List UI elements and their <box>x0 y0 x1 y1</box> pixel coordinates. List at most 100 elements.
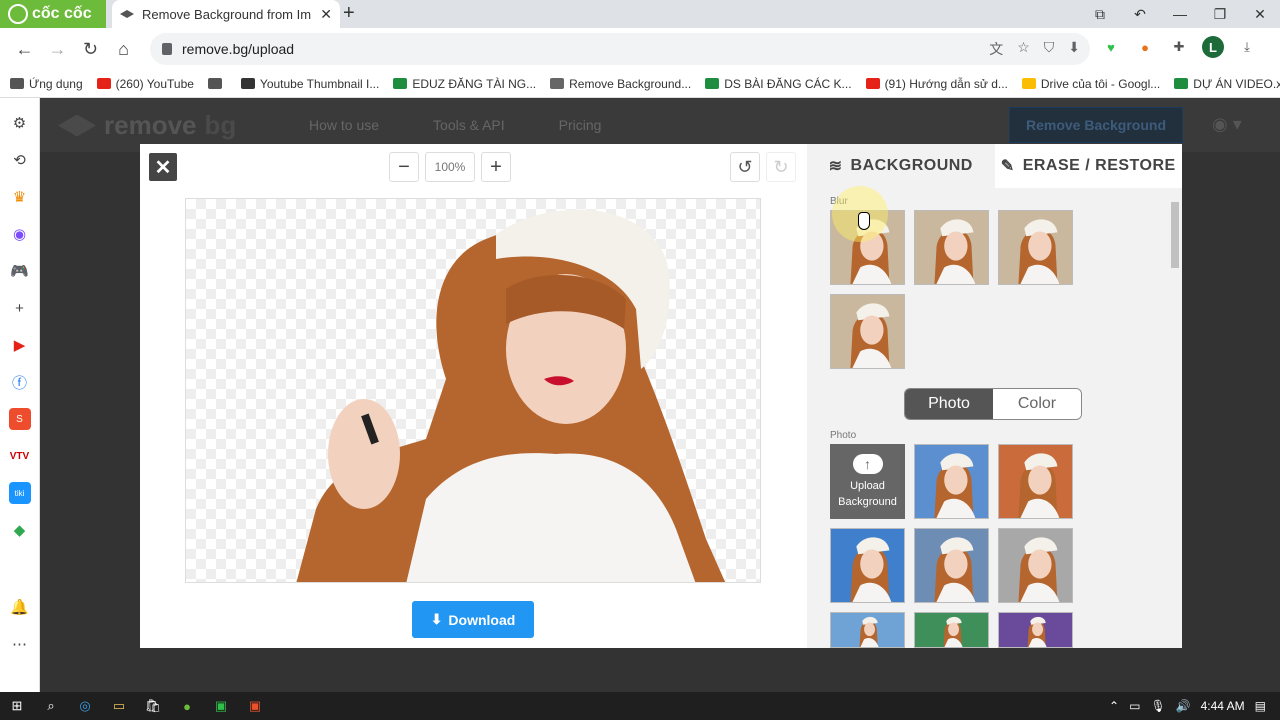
downloads-icon[interactable]: ⤓ <box>1236 36 1258 58</box>
tab-erase-restore[interactable]: ✎ ERASE / RESTORE <box>994 144 1182 188</box>
windows-start-icon[interactable]: ⊞ <box>0 692 34 720</box>
bookmark-item[interactable]: (260) YouTube <box>96 77 194 91</box>
file-explorer-icon[interactable]: ▭ <box>102 692 136 720</box>
profile-avatar[interactable]: L <box>1202 36 1224 58</box>
upload-label-line2: Background <box>838 495 897 508</box>
photo-thumb-palm[interactable] <box>914 612 989 648</box>
coupon-icon[interactable]: ● <box>1134 36 1156 58</box>
translate-icon[interactable]: 文 <box>989 39 1003 59</box>
bookmark-item[interactable]: Remove Background... <box>550 77 691 91</box>
new-tab-button[interactable]: + <box>343 3 355 23</box>
download-page-icon[interactable]: ⬇ <box>1068 39 1080 59</box>
browser-brand-button[interactable]: cốc cốc <box>0 0 106 28</box>
tiki-icon[interactable]: tiki <box>8 482 31 504</box>
bookmark-item[interactable]: (91) Hướng dẫn sử d... <box>865 77 1008 91</box>
camtasia-green-icon[interactable]: ▣ <box>204 692 238 720</box>
nav-tools-api[interactable]: Tools & API <box>433 117 505 133</box>
notification-bell-icon[interactable]: 🔔 <box>9 596 31 618</box>
settings-gear-icon[interactable]: ⚙ <box>9 112 31 134</box>
undo-icon[interactable]: ↺ <box>730 152 760 182</box>
reload-icon[interactable]: ↻ <box>74 39 107 60</box>
battery-icon[interactable]: ▭ <box>1129 699 1140 713</box>
thumb-portrait-icon <box>850 537 892 602</box>
photo-thumb-graffiti[interactable] <box>998 444 1073 519</box>
notifications-icon[interactable]: ▤ <box>1255 699 1266 713</box>
bookmark-item[interactable]: EDUZ ĐĂNG TÀI NG... <box>393 77 536 91</box>
coccoc-taskbar-icon[interactable]: ● <box>170 692 204 720</box>
bookmark-item[interactable]: Drive của tôi - Googl... <box>1021 76 1161 91</box>
edge-icon[interactable]: ◎ <box>68 692 102 720</box>
scrollbar-thumb[interactable] <box>1171 202 1179 268</box>
crown-icon[interactable]: ♛ <box>9 186 31 208</box>
blur-thumb-4[interactable] <box>830 294 905 369</box>
minimize-button[interactable]: — <box>1160 6 1200 22</box>
history-icon[interactable]: ⟲ <box>9 149 31 171</box>
shield-icon[interactable]: ⛉ <box>1044 39 1055 59</box>
blur-thumb-3[interactable] <box>998 210 1073 285</box>
layers-logo-icon <box>58 114 96 137</box>
photo-thumb-colorful[interactable] <box>998 612 1073 648</box>
photo-thumb-beach[interactable] <box>830 612 905 648</box>
clock-time[interactable]: 4:44 AM <box>1201 699 1245 713</box>
tab-background[interactable]: ≋ BACKGROUND <box>807 144 995 188</box>
more-options-icon[interactable]: ⋯ <box>9 633 31 655</box>
zoom-out-button[interactable]: − <box>389 152 419 182</box>
logo-text: remove <box>104 110 197 140</box>
zoom-in-button[interactable]: + <box>481 152 511 182</box>
site-logo[interactable]: remove bg <box>58 110 236 141</box>
toggle-color[interactable]: Color <box>993 389 1081 419</box>
browser-tab-active[interactable]: Remove Background from Im ✕ <box>112 0 340 28</box>
photo-thumb-mountain[interactable] <box>914 528 989 603</box>
url-field[interactable]: remove.bg/upload 文 ☆ ⛉ ⬇ <box>150 33 1090 65</box>
vtv-icon[interactable]: VTV <box>9 445 31 467</box>
bookmark-item[interactable] <box>207 78 227 89</box>
forward-arrow-icon[interactable]: → <box>41 39 74 60</box>
restore-button[interactable]: ❐ <box>1200 6 1240 23</box>
photo-thumb-sky[interactable] <box>914 444 989 519</box>
photo-thumb-gray[interactable] <box>998 528 1073 603</box>
shopee-icon[interactable]: S <box>8 408 31 430</box>
remove-background-cta[interactable]: Remove Background <box>1009 107 1183 143</box>
back-history-icon[interactable]: ↶ <box>1120 6 1160 23</box>
bookmark-item[interactable]: DỰ ÁN VIDEO.xlsx -... <box>1174 77 1280 91</box>
toggle-photo[interactable]: Photo <box>905 389 993 419</box>
panel-scrollbar[interactable] <box>1170 192 1180 642</box>
photo-thumb-blue[interactable] <box>830 528 905 603</box>
reader-mode-icon[interactable]: ⧉ <box>1080 6 1120 23</box>
bookmark-item[interactable]: Youtube Thumbnail I... <box>240 77 379 91</box>
volume-icon[interactable]: 🔊 <box>1176 699 1191 713</box>
search-icon[interactable]: ⌕ <box>34 692 68 720</box>
thumb-portrait-icon <box>1027 616 1047 647</box>
bookmark-item[interactable]: DS BÀI ĐĂNG CÁC K... <box>705 77 852 91</box>
tray-expand-icon[interactable]: ⌃ <box>1109 699 1119 713</box>
add-shortcut-icon[interactable]: + <box>9 297 31 319</box>
close-window-button[interactable]: ✕ <box>1240 6 1280 23</box>
bookmark-item[interactable]: Ứng dụng <box>10 77 83 91</box>
store-icon[interactable]: 🛍 <box>136 692 170 720</box>
nav-pricing[interactable]: Pricing <box>559 117 602 133</box>
gamepad-icon[interactable]: 🎮 <box>9 260 31 282</box>
microphone-icon[interactable]: 🎙 <box>1150 699 1165 713</box>
youtube-icon[interactable]: ▶ <box>9 334 31 356</box>
blur-thumb-2[interactable] <box>914 210 989 285</box>
nav-how-to-use[interactable]: How to use <box>309 117 379 133</box>
upload-background-button[interactable]: ↑ Upload Background <box>830 444 905 519</box>
messenger-icon[interactable]: ◉ <box>9 223 31 245</box>
adblock-icon[interactable]: ♥ <box>1100 36 1122 58</box>
close-tab-icon[interactable]: ✕ <box>320 6 332 23</box>
camtasia-red-icon[interactable]: ▣ <box>238 692 272 720</box>
home-icon[interactable]: ⌂ <box>107 39 140 60</box>
bookmark-favicon-icon <box>207 78 222 89</box>
facebook-icon[interactable]: ⓕ <box>9 371 31 393</box>
download-button[interactable]: ⬇ Download <box>412 601 534 638</box>
close-editor-button[interactable]: ✕ <box>149 153 177 181</box>
user-menu-icon[interactable]: ◉ ▾ <box>1212 114 1242 135</box>
back-arrow-icon[interactable]: ← <box>8 39 41 60</box>
bookmark-label: Drive của tôi - Googl... <box>1040 76 1161 91</box>
hat-icon[interactable]: ◆ <box>9 519 31 541</box>
extensions-icon[interactable]: ✚ <box>1168 36 1190 58</box>
image-canvas[interactable] <box>185 198 761 583</box>
star-icon[interactable]: ☆ <box>1017 39 1030 59</box>
removebg-favicon-icon <box>120 10 134 18</box>
redo-icon[interactable]: ↻ <box>766 152 796 182</box>
